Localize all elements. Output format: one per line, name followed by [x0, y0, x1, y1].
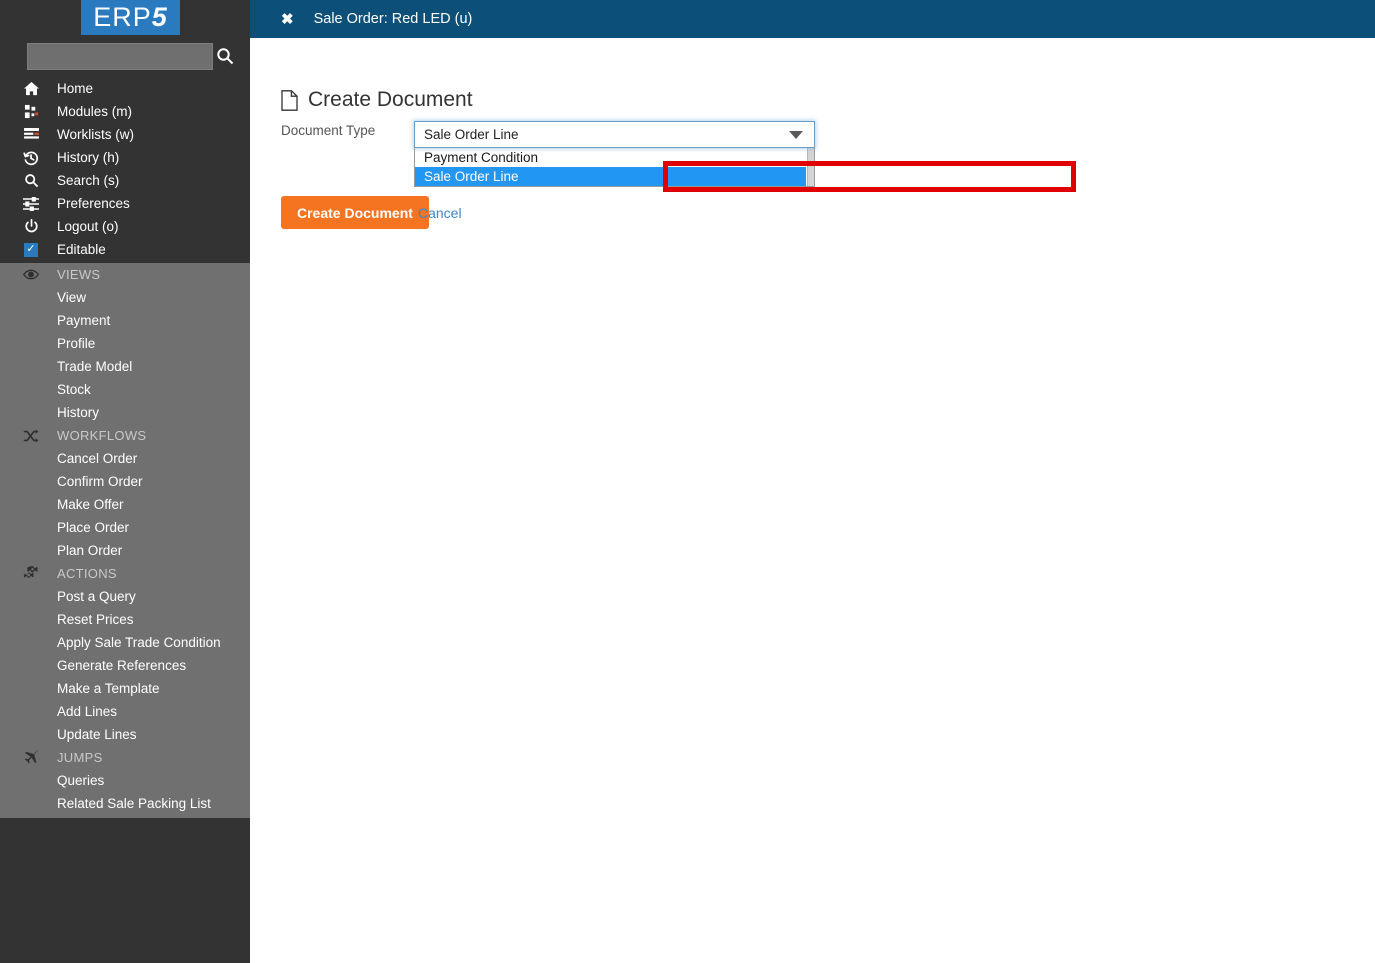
sidebar-section-workflows: WORKFLOWS — [0, 424, 250, 447]
sidebar-item-modules[interactable]: Modules (m) — [0, 100, 250, 123]
sidebar-section-views: VIEWS — [0, 263, 250, 286]
app-root: ERP5 Home Modules (m) Worklists (w) Hist… — [0, 0, 1375, 963]
sidebar-link-stock[interactable]: Stock — [0, 378, 250, 401]
listbox-option-payment-condition[interactable]: Payment Condition — [415, 148, 814, 167]
sidebar: ERP5 Home Modules (m) Worklists (w) Hist… — [0, 0, 250, 963]
sidebar-item-label: Search (s) — [57, 173, 120, 188]
sidebar-item-label: Home — [57, 81, 94, 96]
sidebar-link-reset-prices[interactable]: Reset Prices — [0, 608, 250, 631]
search-icon — [22, 172, 40, 190]
sidebar-link-history[interactable]: History — [0, 401, 250, 424]
sidebar-item-label: Modules (m) — [57, 104, 133, 119]
search-icon[interactable] — [215, 45, 237, 67]
listbox-scrollbar[interactable] — [807, 148, 814, 186]
sidebar-link-update-lines[interactable]: Update Lines — [0, 723, 250, 746]
sidebar-link-confirm-order[interactable]: Confirm Order — [0, 470, 250, 493]
document-icon — [281, 89, 298, 111]
modules-icon — [22, 103, 40, 121]
sidebar-item-label: Preferences — [57, 196, 130, 211]
chevron-down-icon[interactable] — [789, 130, 803, 139]
shuffle-icon — [22, 427, 40, 445]
sidebar-link-cancel-order[interactable]: Cancel Order — [0, 447, 250, 470]
history-icon — [22, 149, 40, 167]
page-title-text: Create Document — [308, 88, 473, 111]
main-content: ✖ Sale Order: Red LED (u) Create Documen… — [250, 0, 1375, 963]
sidebar-sections-panel: VIEWS View Payment Profile Trade Model S… — [0, 263, 250, 818]
home-icon — [22, 80, 40, 98]
gears-icon — [22, 565, 40, 583]
search-input[interactable] — [27, 43, 213, 70]
eye-icon — [22, 266, 40, 284]
document-type-select[interactable]: Sale Order Line — [414, 121, 815, 148]
sidebar-link-related-sale-packing-list[interactable]: Related Sale Packing List — [0, 792, 250, 815]
sidebar-section-title: WORKFLOWS — [57, 428, 147, 443]
cancel-link[interactable]: Cancel — [418, 205, 462, 221]
document-header-bar: ✖ Sale Order: Red LED (u) — [250, 0, 1375, 38]
sidebar-link-place-order[interactable]: Place Order — [0, 516, 250, 539]
document-type-label: Document Type — [281, 123, 376, 138]
sliders-icon — [22, 195, 40, 213]
sidebar-item-search[interactable]: Search (s) — [0, 169, 250, 192]
sidebar-link-add-lines[interactable]: Add Lines — [0, 700, 250, 723]
sidebar-item-editable[interactable]: ✓ Editable — [0, 238, 250, 261]
sidebar-link-view[interactable]: View — [0, 286, 250, 309]
sidebar-link-post-a-query[interactable]: Post a Query — [0, 585, 250, 608]
checkbox-checked-icon[interactable]: ✓ — [22, 241, 40, 259]
sidebar-section-title: VIEWS — [57, 267, 101, 282]
sidebar-link-payment[interactable]: Payment — [0, 309, 250, 332]
sidebar-section-jumps: JUMPS — [0, 746, 250, 769]
sidebar-search-row — [0, 43, 250, 71]
sidebar-link-trade-model[interactable]: Trade Model — [0, 355, 250, 378]
logo-accent: 5 — [151, 2, 168, 32]
sidebar-link-profile[interactable]: Profile — [0, 332, 250, 355]
sidebar-section-actions: ACTIONS — [0, 562, 250, 585]
sidebar-link-generate-references[interactable]: Generate References — [0, 654, 250, 677]
page-title: Create Document — [281, 88, 473, 112]
logo-text: ERP — [93, 2, 152, 32]
sidebar-item-label: Editable — [57, 242, 106, 257]
power-icon — [22, 218, 40, 236]
sidebar-item-preferences[interactable]: Preferences — [0, 192, 250, 215]
sidebar-item-label: History (h) — [57, 150, 120, 165]
sidebar-primary-nav: Home Modules (m) Worklists (w) History (… — [0, 77, 250, 263]
close-icon[interactable]: ✖ — [281, 12, 294, 27]
sidebar-item-worklists[interactable]: Worklists (w) — [0, 123, 250, 146]
erp5-logo[interactable]: ERP5 — [81, 0, 180, 35]
sidebar-item-home[interactable]: Home — [0, 77, 250, 100]
listbox-option-sale-order-line[interactable]: Sale Order Line — [415, 167, 806, 186]
sidebar-item-logout[interactable]: Logout (o) — [0, 215, 250, 238]
worklists-icon — [22, 126, 40, 144]
sidebar-item-history[interactable]: History (h) — [0, 146, 250, 169]
create-document-button[interactable]: Create Document — [281, 196, 429, 229]
airplane-icon — [22, 749, 40, 767]
sidebar-link-make-offer[interactable]: Make Offer — [0, 493, 250, 516]
sidebar-link-plan-order[interactable]: Plan Order — [0, 539, 250, 562]
sidebar-section-title: JUMPS — [57, 750, 103, 765]
sidebar-link-apply-sale-trade-condition[interactable]: Apply Sale Trade Condition — [0, 631, 250, 654]
sidebar-section-title: ACTIONS — [57, 566, 117, 581]
document-type-value: Sale Order Line — [424, 127, 519, 142]
brand-logo-row: ERP5 — [0, 0, 250, 35]
sidebar-link-queries[interactable]: Queries — [0, 769, 250, 792]
page-breadcrumb-title: Sale Order: Red LED (u) — [313, 11, 473, 27]
sidebar-link-make-a-template[interactable]: Make a Template — [0, 677, 250, 700]
sidebar-item-label: Logout (o) — [57, 219, 119, 234]
document-type-listbox[interactable]: Payment Condition Sale Order Line — [414, 148, 815, 187]
sidebar-item-label: Worklists (w) — [57, 127, 134, 142]
